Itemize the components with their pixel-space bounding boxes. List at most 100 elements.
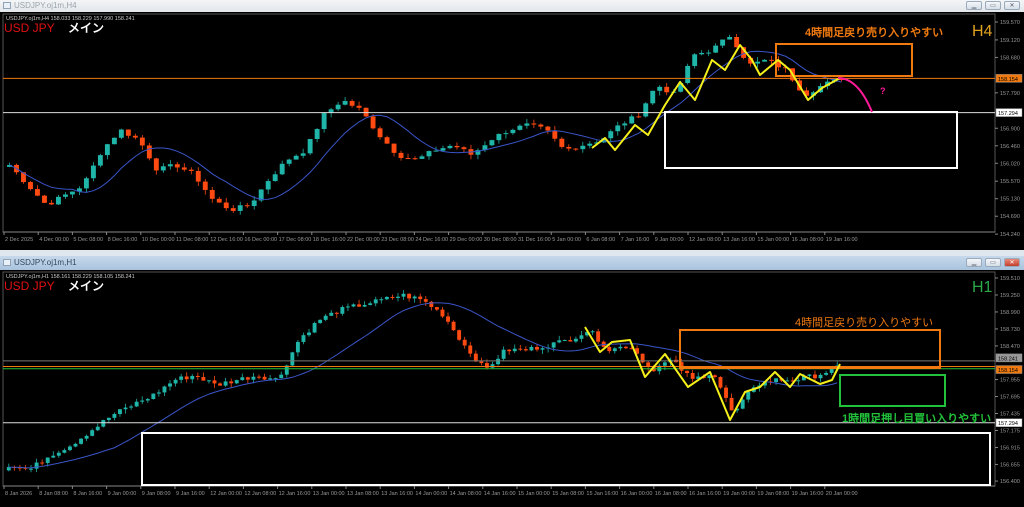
time-tick-label: 8 Jan 2026 — [5, 491, 32, 497]
candle-body — [286, 159, 292, 164]
candle-body — [379, 299, 384, 301]
h1-title-bar[interactable]: USDJPY.oj1m,H1 ▁ ▭ ✕ — [0, 256, 1024, 270]
candle-body — [273, 378, 278, 380]
timeframe-label: H1 — [972, 279, 993, 296]
candle-body — [160, 166, 166, 171]
candle-body — [590, 331, 595, 333]
time-tick-label: 4 Dec 00:00 — [39, 237, 69, 243]
candle-body — [262, 376, 267, 380]
candle-body — [535, 346, 539, 350]
candle-body — [218, 383, 223, 386]
time-tick-label: 20 Jan 00:00 — [826, 491, 858, 497]
time-tick-label: 15 Jan 00:00 — [757, 237, 789, 243]
candle-body — [83, 178, 89, 189]
price-tick-label: 159.570 — [1000, 20, 1020, 26]
time-tick-label: 9 Jan 16:00 — [176, 491, 205, 497]
candle-body — [67, 446, 72, 451]
candle-body — [307, 332, 311, 336]
candle-body — [35, 189, 40, 196]
time-tick-label: 13 Jan 16:00 — [723, 237, 755, 243]
candle-body — [268, 378, 273, 380]
price-tick-label: 159.510 — [1000, 276, 1020, 282]
candle-body — [45, 457, 50, 463]
price-tick-label: 158.730 — [1000, 327, 1020, 333]
candle-body — [807, 374, 812, 376]
time-tick-label: 12 Jan 16:00 — [279, 491, 311, 497]
candle-body — [357, 304, 362, 307]
candle-body — [195, 375, 200, 377]
candle-body — [342, 101, 348, 105]
minimize-button[interactable]: ▁ — [966, 258, 982, 267]
candle-body — [351, 304, 356, 307]
candle-body — [596, 331, 601, 342]
candle-body — [496, 358, 501, 365]
candle-body — [307, 138, 313, 154]
candle-body — [552, 130, 558, 139]
candle-body — [785, 380, 790, 382]
candle-body — [279, 163, 285, 175]
candle-body — [290, 352, 295, 366]
candle-body — [356, 105, 362, 108]
candle-body — [440, 309, 445, 317]
price-tick-label: 156.020 — [1000, 161, 1020, 167]
h1-chart[interactable]: 159.510 159.250 158.990 158.730 158.470 157.9… — [0, 270, 1024, 507]
candle-body — [573, 338, 578, 342]
price-tick-label: 156.915 — [1000, 445, 1020, 451]
price-tick-label: 158.470 — [1000, 344, 1020, 350]
candle-body — [202, 181, 208, 190]
candle-body — [524, 123, 530, 126]
time-tick-label: 16 Jan 16:00 — [689, 491, 721, 497]
h4-chart[interactable]: 159.570 159.120 158.680 157.790 156.900 156.4… — [0, 12, 1024, 250]
candle-body — [132, 135, 138, 138]
time-tick-label: 9 Jan 08:00 — [142, 491, 171, 497]
time-tick-label: 9 Jan 00:00 — [108, 491, 137, 497]
candle-body — [368, 303, 373, 305]
time-tick-label: 19 Jan 16:00 — [792, 491, 824, 497]
time-tick-label: 12 Jan 00:00 — [210, 491, 242, 497]
candle-body — [312, 323, 317, 333]
candle-body — [713, 45, 719, 53]
candle-body — [568, 340, 573, 342]
close-button[interactable]: ✕ — [1004, 258, 1020, 267]
candle-body — [314, 129, 320, 139]
price-tick-label: 157.435 — [1000, 411, 1020, 417]
close-button[interactable]: ✕ — [1004, 1, 1020, 10]
candle-body — [559, 138, 565, 147]
candle-body — [615, 125, 621, 132]
candle-body — [29, 468, 33, 470]
candle-body — [345, 306, 350, 308]
maximize-button[interactable]: ▭ — [985, 1, 1001, 10]
price-tick-label: 156.400 — [1000, 479, 1020, 485]
time-tick-label: 12 Jan 08:00 — [689, 237, 721, 243]
candle-body — [503, 133, 509, 135]
time-tick-label: 11 Dec 08:00 — [176, 237, 208, 243]
price-tick-label: 156.655 — [1000, 462, 1020, 468]
h4-title-bar[interactable]: USDJPY.oj1m,H4 ▁ ▭ ✕ — [0, 0, 1024, 12]
maximize-button[interactable]: ▭ — [985, 258, 1001, 267]
time-tick-label: 13 Jan 08:00 — [347, 491, 379, 497]
candle-body — [301, 335, 306, 342]
candle-body — [370, 116, 376, 129]
minimize-button[interactable]: ▁ — [966, 1, 982, 10]
candle-body — [685, 65, 691, 84]
price-tick-label: 158.990 — [1000, 310, 1020, 316]
time-tick-label: 8 Dec 16:00 — [108, 237, 138, 243]
candle-body — [446, 316, 450, 322]
candle-body — [362, 304, 367, 307]
symbol-label: USD JPY — [4, 279, 55, 293]
candle-body — [125, 129, 131, 136]
chart-background — [0, 270, 1024, 507]
candle-body — [391, 143, 397, 153]
candle-body — [690, 373, 695, 379]
candle-body — [462, 339, 467, 346]
time-tick-label: 5 Jan 00:00 — [552, 237, 581, 243]
candle-body — [265, 181, 271, 190]
candle-body — [501, 349, 506, 359]
time-tick-label: 29 Dec 00:00 — [450, 237, 483, 243]
price-tick-label: 155.570 — [1000, 179, 1020, 185]
candle-body — [529, 346, 534, 351]
candle-body — [251, 376, 256, 380]
candle-body — [512, 348, 517, 352]
candle-body — [321, 113, 327, 130]
candle-body — [212, 380, 217, 384]
